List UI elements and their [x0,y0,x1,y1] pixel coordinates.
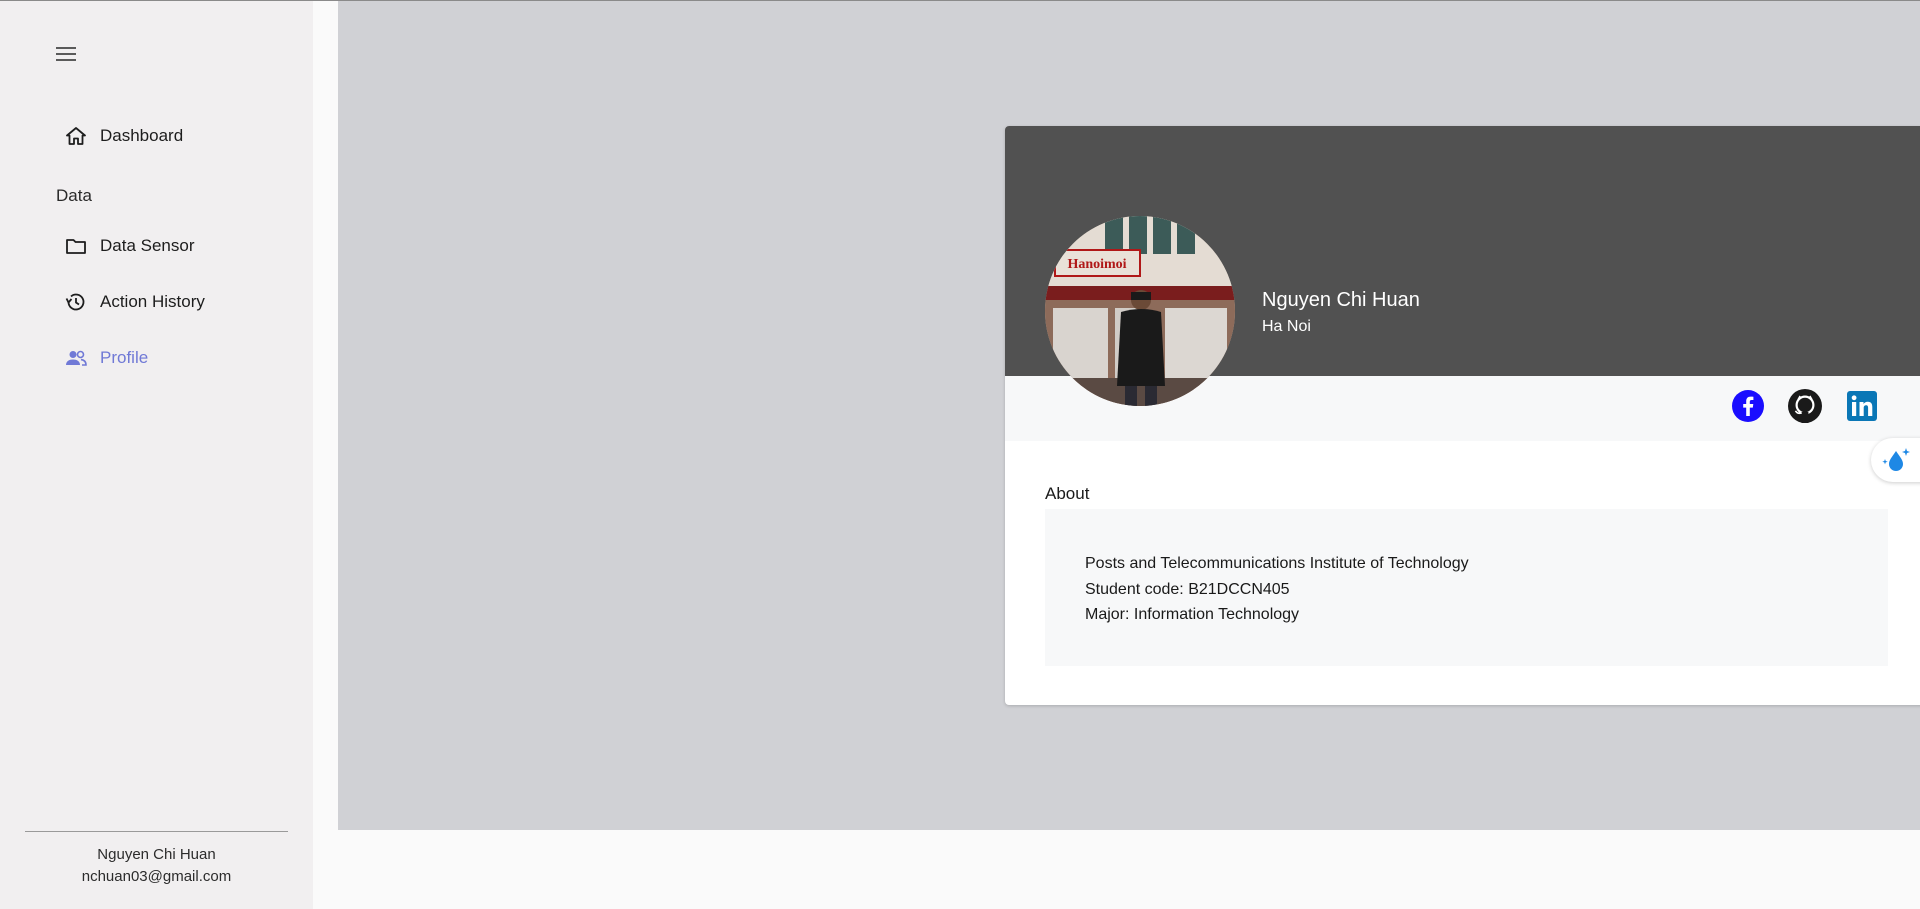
footer-user-email: nchuan03@gmail.com [81,868,232,885]
folder-icon [56,225,98,267]
footer-user-name: Nguyen Chi Huan [97,846,216,863]
top-border [0,0,1920,1]
facebook-icon[interactable] [1730,388,1766,424]
sidebar-item-action-history[interactable]: Action History [56,281,296,323]
sidebar: Dashboard Data Data Sensor Action Histor… [0,0,313,909]
home-icon [56,115,98,157]
sidebar-item-label: Data Sensor [100,236,195,255]
profile-name: Nguyen Chi Huan [1262,289,1420,311]
about-title: About [1045,484,1090,503]
people-icon [56,337,98,379]
linkedin-icon[interactable] [1844,388,1880,424]
main-content: Hanoimoi Nguyen Chi Huan Ha Noi About Po… [338,0,1920,830]
divider [25,831,288,832]
about-line-student-code: Student code: B21DCCN405 [1085,580,1290,598]
github-icon[interactable] [1787,388,1823,424]
about-box: Posts and Telecommunications Institute o… [1045,509,1888,666]
about-line-major: Major: Information Technology [1085,606,1300,623]
sidebar-item-label: Profile [100,348,149,367]
sidebar-item-dashboard[interactable]: Dashboard [56,115,296,157]
sidebar-item-profile[interactable]: Profile [56,337,296,379]
profile-card: Hanoimoi Nguyen Chi Huan Ha Noi About Po… [1005,126,1920,705]
profile-city: Ha Noi [1262,318,1311,335]
about-line-school: Posts and Telecommunications Institute o… [1085,555,1469,572]
sidebar-item-label: Dashboard [100,126,184,145]
sidebar-item-label: Action History [100,292,205,311]
history-icon [56,281,98,323]
section-label-data: Data [56,186,92,205]
sidebar-item-data-sensor[interactable]: Data Sensor [56,225,296,267]
hamburger-menu-icon[interactable] [52,40,80,68]
avatar-sign-text: Hanoimoi [1067,257,1126,272]
water-sparkle-icon[interactable] [1871,438,1920,482]
avatar: Hanoimoi [1045,216,1235,406]
